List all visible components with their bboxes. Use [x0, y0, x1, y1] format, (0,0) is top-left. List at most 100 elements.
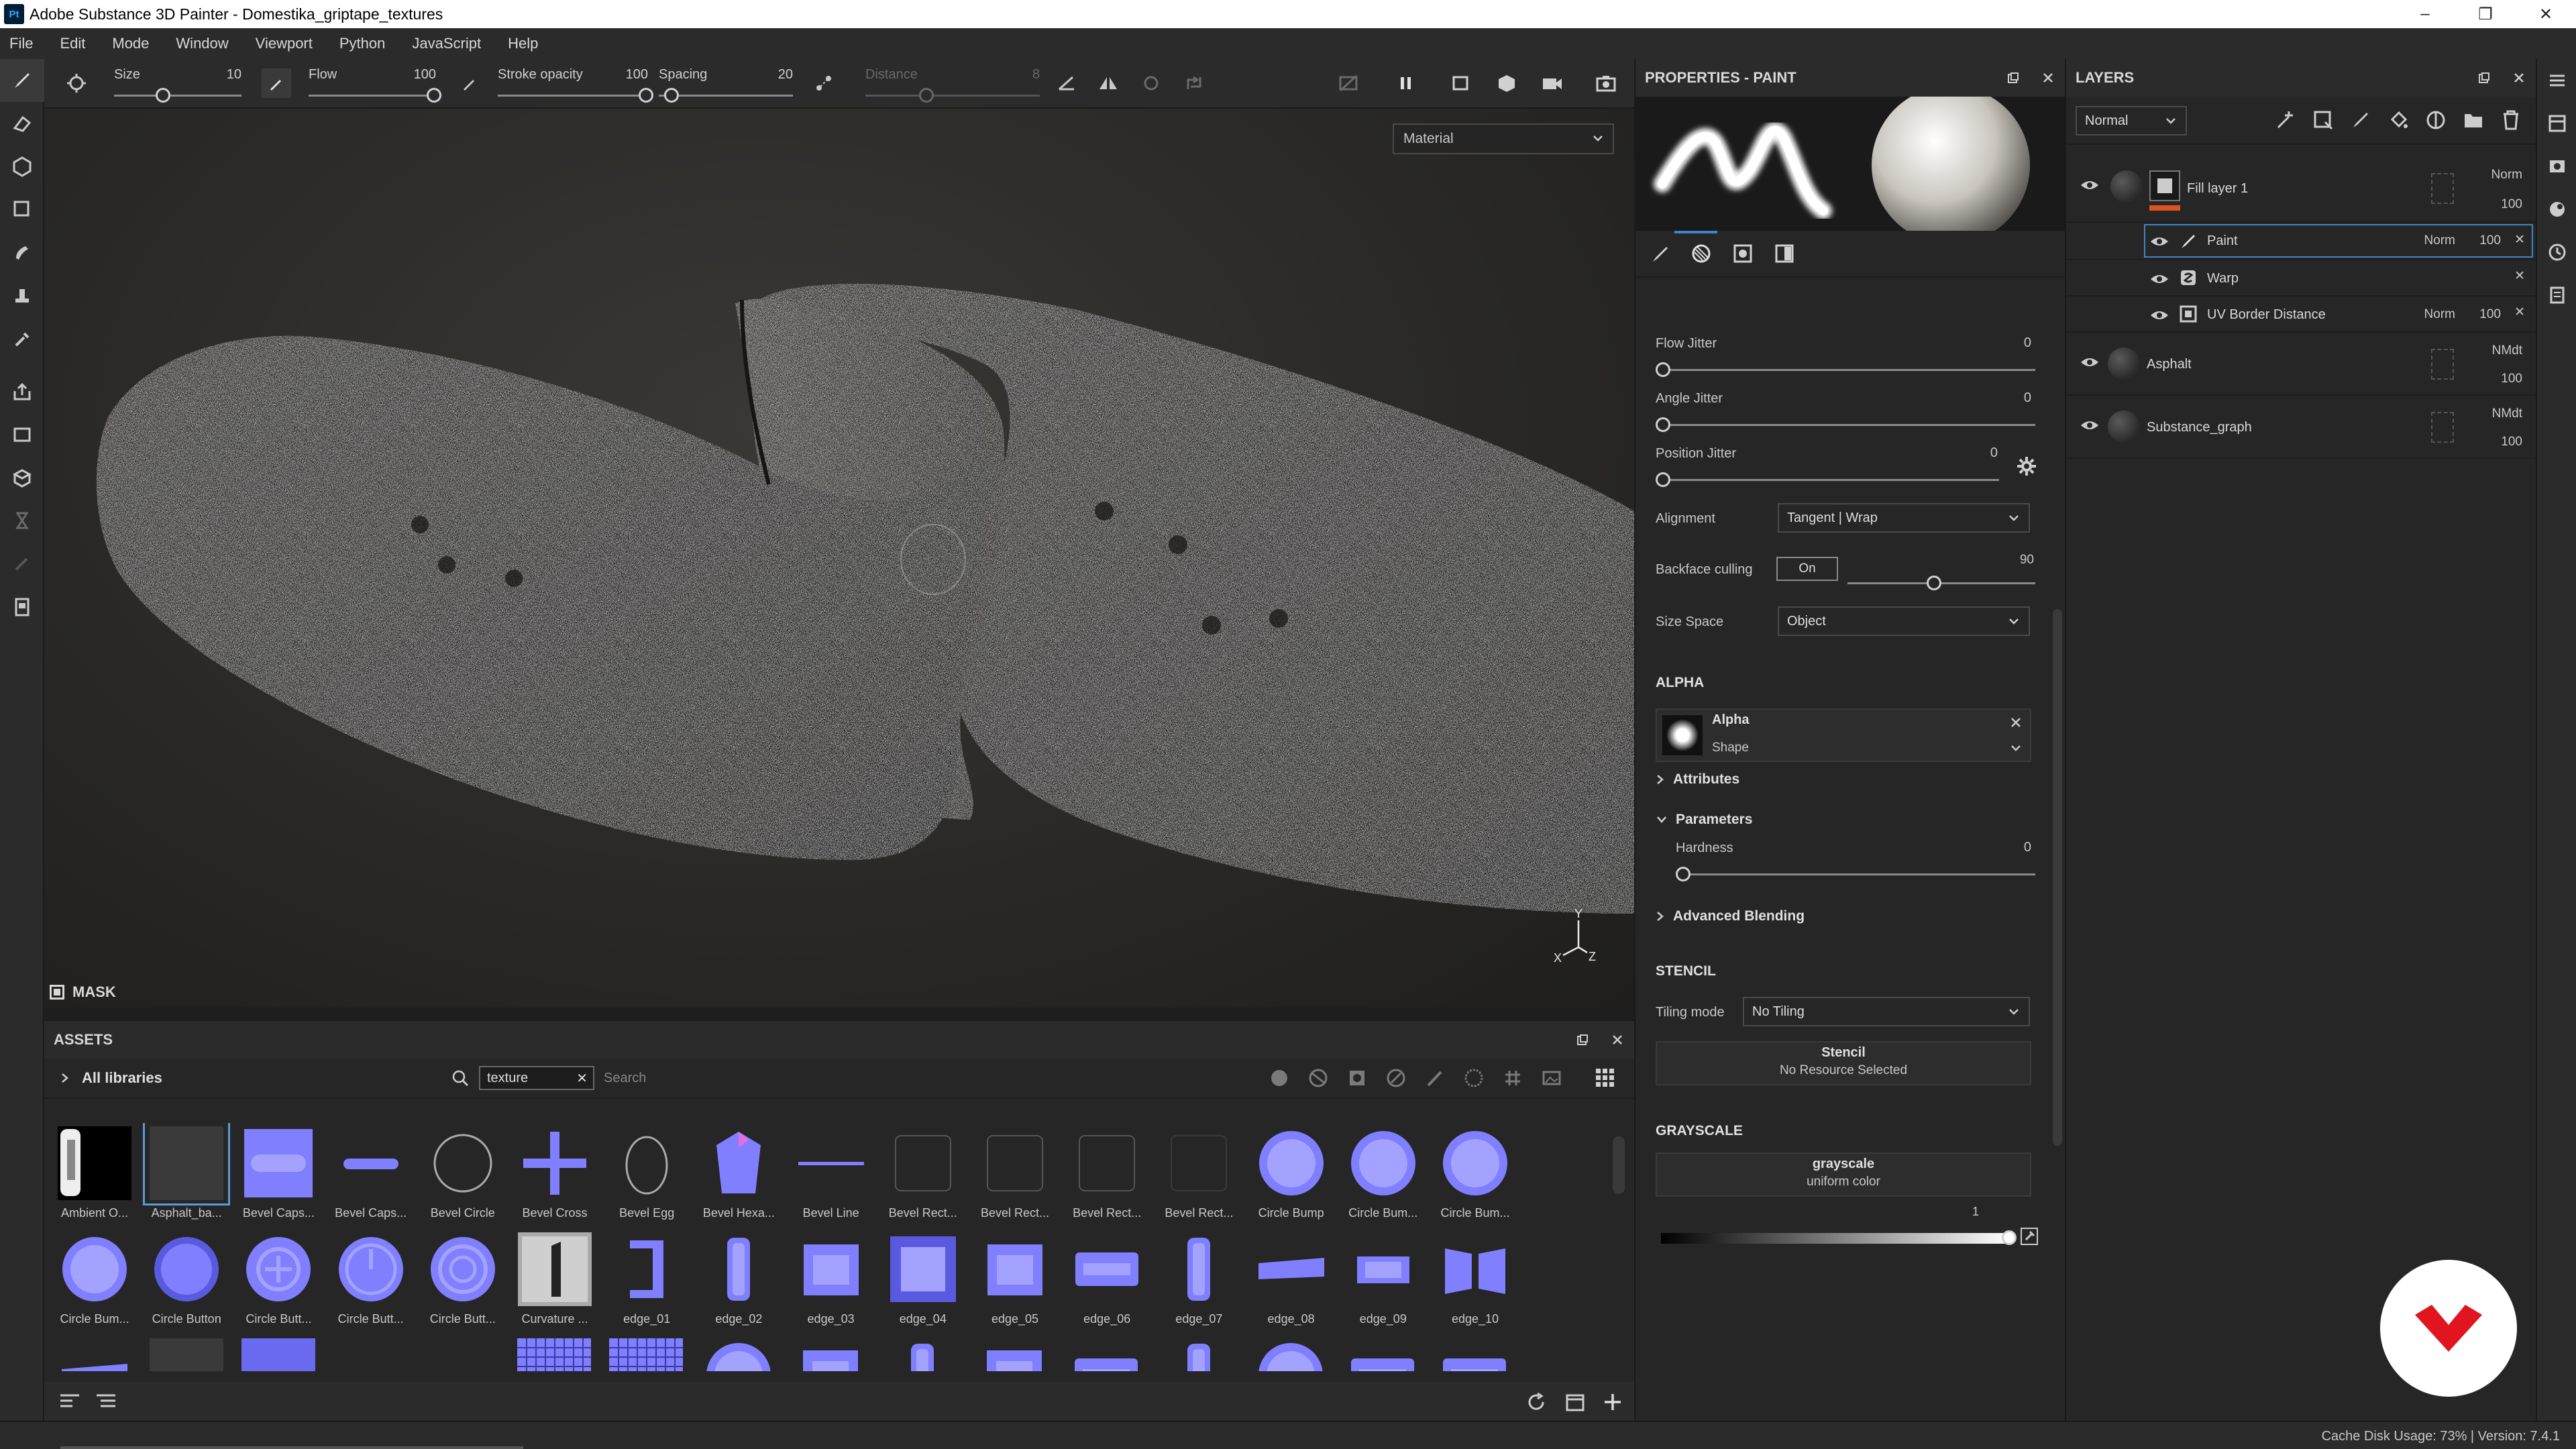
add-paint-layer-icon[interactable] — [2349, 109, 2372, 131]
parameters-group[interactable]: Parameters — [1656, 812, 1752, 828]
paint-brush-tool[interactable] — [0, 59, 44, 102]
alpha-resource-slot[interactable]: Alpha Shape — [1656, 708, 2031, 762]
asset-tile[interactable]: edge_03 — [788, 1229, 875, 1330]
effect-warp[interactable]: Warp ✕ — [2066, 260, 2536, 297]
backface-culling-toggle[interactable]: On — [1776, 557, 1838, 581]
screenshot-button[interactable] — [1591, 68, 1621, 98]
distance-slider-handle[interactable] — [919, 88, 934, 103]
texture-set-tool[interactable] — [0, 413, 44, 456]
asset-tile[interactable]: Curvature ... — [511, 1229, 598, 1330]
filter-effect-icon[interactable] — [1386, 1068, 1406, 1088]
asset-tile[interactable] — [1063, 1335, 1150, 1371]
detail-view-icon[interactable] — [95, 1393, 117, 1411]
attributes-group[interactable]: Attributes — [1656, 771, 1739, 788]
uv-tool[interactable] — [0, 456, 44, 499]
import-resources-icon[interactable] — [1564, 1391, 1586, 1413]
close-icon[interactable] — [2513, 72, 2525, 84]
viewport-mode-dropdown[interactable]: Material — [1393, 123, 1614, 154]
asset-tile[interactable]: edge_04 — [879, 1229, 967, 1330]
layer-asphalt[interactable]: Asphalt NMdt 100 — [2066, 333, 2536, 396]
asset-tile[interactable]: Bevel Line — [788, 1123, 875, 1224]
asset-tile[interactable]: Circle Butt... — [419, 1229, 506, 1330]
asset-tile[interactable] — [511, 1335, 598, 1371]
asset-tile[interactable]: Bevel Rect... — [1155, 1123, 1242, 1224]
clipboard-tool[interactable] — [0, 585, 44, 628]
asset-tile[interactable]: edge_09 — [1340, 1229, 1427, 1330]
asset-tile[interactable] — [1247, 1335, 1334, 1371]
search-tag[interactable]: texture ✕ — [479, 1066, 594, 1090]
asset-tile[interactable]: Circle Bum... — [1340, 1123, 1427, 1224]
layer-blend[interactable]: NMdt — [2492, 407, 2522, 421]
grayscale-resource-slot[interactable]: grayscale uniform color — [1656, 1152, 2031, 1197]
effect-blend[interactable]: Norm — [2424, 233, 2455, 248]
hide-viewport-ui-button[interactable] — [1334, 68, 1363, 98]
add-mask-icon[interactable] — [2312, 109, 2334, 131]
layer-blend-mode-dropdown[interactable]: Normal — [2076, 106, 2187, 136]
asset-tile[interactable] — [143, 1335, 230, 1371]
brush-filter-icon[interactable] — [1425, 1068, 1445, 1088]
asset-tile[interactable]: Circle Butt... — [327, 1229, 415, 1330]
add-effect-icon[interactable] — [2274, 109, 2297, 131]
asset-tile[interactable]: edge_02 — [695, 1229, 782, 1330]
layer-fill-layer-1[interactable]: Fill layer 1 Norm 100 — [2066, 160, 2536, 223]
measure-tool[interactable] — [0, 499, 44, 542]
menu-viewport[interactable]: Viewport — [256, 35, 313, 52]
asset-tile[interactable]: edge_07 — [1155, 1229, 1242, 1330]
trash-icon[interactable] — [2500, 109, 2522, 131]
asset-tile[interactable]: Circle Bum... — [1432, 1123, 1519, 1224]
remove-effect-icon[interactable]: ✕ — [2514, 305, 2525, 320]
eye-icon[interactable] — [2080, 356, 2100, 369]
asset-tile[interactable] — [695, 1335, 782, 1371]
gear-icon[interactable] — [2015, 455, 2038, 478]
menu-window[interactable]: Window — [176, 35, 228, 52]
smudge-tool[interactable] — [0, 231, 44, 274]
log-dock-button[interactable] — [2537, 274, 2576, 317]
alpha-tab-icon[interactable] — [1732, 243, 1754, 264]
search-input[interactable]: Search — [604, 1071, 646, 1086]
stroke-opacity-slider[interactable]: Stroke opacity 100 — [498, 64, 653, 105]
list-view-icon[interactable] — [59, 1393, 80, 1411]
eraser-tool[interactable] — [0, 102, 44, 145]
menu-help[interactable]: Help — [508, 35, 538, 52]
remove-tag-icon[interactable]: ✕ — [576, 1070, 588, 1087]
position-jitter-slider[interactable] — [1662, 479, 1999, 481]
effect-uv-border-distance[interactable]: UV Border Distance Norm 100 ✕ — [2066, 297, 2536, 333]
asset-tile[interactable] — [787, 1335, 874, 1371]
angle-jitter-handle[interactable] — [1656, 417, 1670, 432]
hardness-slider[interactable] — [1682, 873, 2035, 875]
asset-tile[interactable]: edge_10 — [1432, 1229, 1519, 1330]
layers-dock-button[interactable] — [2537, 59, 2576, 102]
minimize-button[interactable]: – — [2395, 0, 2455, 28]
geometry-tool[interactable] — [0, 542, 44, 585]
brush-preset-button[interactable] — [62, 68, 91, 98]
distance-slider[interactable]: Distance 8 — [865, 64, 1040, 105]
size-slider[interactable]: Size 10 — [114, 64, 241, 105]
3d-view-button[interactable] — [1492, 68, 1521, 98]
asset-tile[interactable]: Circle Butt... — [235, 1229, 322, 1330]
polygon-fill-tool[interactable] — [0, 188, 44, 231]
stroke-opacity-slider-handle[interactable] — [639, 88, 653, 103]
asset-tile[interactable]: Bevel Rect... — [1063, 1123, 1150, 1224]
effect-paint[interactable]: Paint Norm 100 ✕ — [2066, 223, 2536, 260]
tiling-mode-dropdown[interactable]: No Tiling — [1743, 997, 2030, 1026]
grid-view-icon[interactable] — [1594, 1067, 1617, 1089]
layer-opacity[interactable]: 100 — [2501, 372, 2522, 386]
backface-angle-slider[interactable] — [1847, 582, 2035, 584]
layer-blend[interactable]: Norm — [2491, 168, 2522, 182]
float-panel-icon[interactable] — [2007, 72, 2019, 84]
asset-tile[interactable] — [235, 1335, 322, 1371]
asset-tile[interactable]: Circle Bump — [1248, 1123, 1335, 1224]
asset-tile[interactable]: Bevel Rect... — [879, 1123, 967, 1224]
float-panel-icon[interactable] — [1576, 1034, 1589, 1046]
close-icon[interactable] — [2042, 72, 2054, 84]
layer-substance-graph[interactable]: Substance_graph NMdt 100 — [2066, 396, 2536, 459]
texture-filter-icon[interactable] — [1503, 1068, 1523, 1088]
asset-tile[interactable]: Bevel Circle — [419, 1123, 506, 1224]
smart-material-filter-icon[interactable] — [1308, 1068, 1328, 1088]
asset-tile[interactable]: Ambient O... — [51, 1123, 138, 1224]
pause-engine-button[interactable] — [1391, 68, 1421, 98]
effect-opacity[interactable]: 100 — [2479, 307, 2501, 322]
grayscale-handle[interactable] — [2002, 1230, 2017, 1245]
flow-jitter-slider[interactable] — [1662, 369, 2035, 371]
menu-file[interactable]: File — [9, 35, 33, 52]
